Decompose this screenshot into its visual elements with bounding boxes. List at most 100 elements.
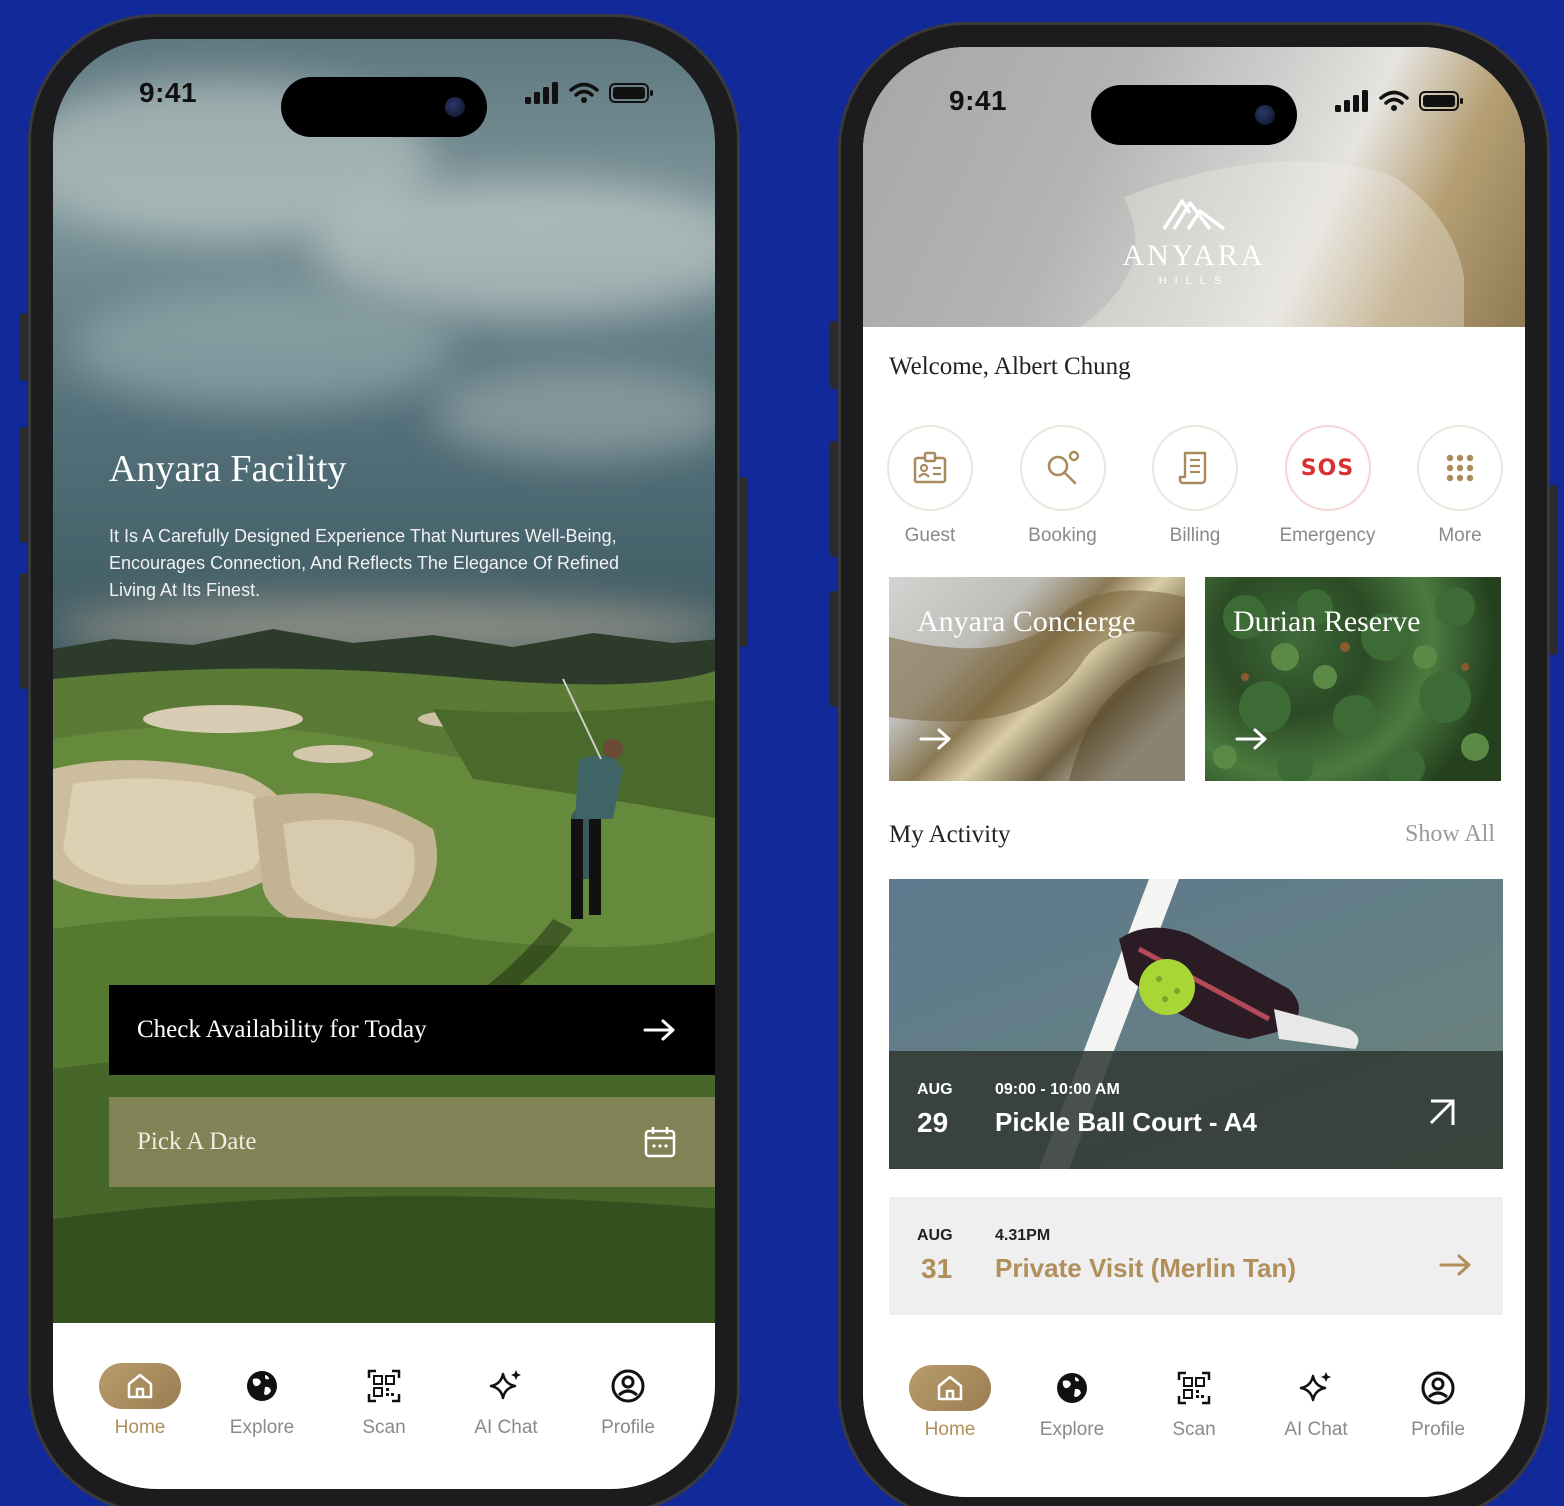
activity-month: AUG: [917, 1081, 953, 1098]
qr-icon: [1153, 1365, 1235, 1411]
dynamic-island: [281, 77, 487, 137]
nav-profile[interactable]: Profile: [567, 1363, 689, 1489]
nav-profile[interactable]: Profile: [1377, 1365, 1499, 1497]
nav-label: Scan: [362, 1417, 406, 1438]
cloud: [313, 179, 715, 319]
quick-action-label: More: [1438, 525, 1482, 546]
activity-card-pickleball[interactable]: AUG 29 09:00 - 10:00 AM Pickle Ball Cour…: [889, 879, 1503, 1169]
activity-time: 09:00 - 10:00 AM: [995, 1081, 1120, 1098]
cloud: [433, 369, 715, 459]
receipt-icon: [1152, 425, 1238, 511]
quick-action-label: Billing: [1169, 525, 1221, 546]
quick-action-guest[interactable]: Guest: [887, 425, 973, 547]
my-activity-title: My Activity: [889, 821, 1011, 848]
sparkle-icon: [465, 1363, 547, 1409]
bottom-nav: Home Explore Scan AI Chat Profile: [53, 1323, 715, 1489]
status-time: 9:41: [949, 85, 1008, 116]
header-wave: [1079, 161, 1464, 327]
side-button: [20, 427, 28, 543]
quick-action-label: Emergency: [1279, 525, 1376, 546]
arrow-right-icon: [919, 728, 951, 750]
quick-action-billing[interactable]: Billing: [1152, 425, 1238, 547]
id-card-icon: [887, 425, 973, 511]
profile-icon: [587, 1363, 669, 1409]
wifi-icon: [569, 82, 599, 103]
nav-home[interactable]: Home: [889, 1365, 1011, 1497]
camera-icon: [445, 97, 465, 117]
activity-day: 29: [917, 1107, 949, 1138]
calendar-icon: [644, 1127, 676, 1158]
home-icon: [909, 1365, 991, 1411]
activity-card-visit[interactable]: AUG 31 4.31PM Private Visit (Merlin Tan): [889, 1197, 1503, 1315]
quick-action-label: Guest: [904, 525, 956, 546]
profile-icon: [1397, 1365, 1479, 1411]
signal-icon: [525, 82, 558, 104]
brand-logo-icon: [1162, 199, 1226, 231]
nav-explore[interactable]: Explore: [201, 1363, 323, 1489]
arrow-right-icon: [1235, 728, 1267, 750]
nav-label: Explore: [1039, 1419, 1105, 1440]
quick-action-booking[interactable]: Booking: [1019, 425, 1106, 547]
side-button: [20, 313, 28, 381]
quick-action-label: Booking: [1028, 525, 1097, 546]
quick-action-more[interactable]: More: [1417, 425, 1503, 547]
pick-date-label: Pick A Date: [137, 1128, 257, 1155]
activity-month: AUG: [917, 1227, 953, 1244]
brand-subname: HILLS: [1158, 275, 1230, 287]
qr-icon: [343, 1363, 425, 1409]
card-title: Anyara Concierge: [917, 605, 1136, 638]
sos-icon: SOS: [1284, 425, 1371, 511]
home-screen: ANYARA HILLS 9:41 Welcome, Albert Chung …: [863, 47, 1525, 1497]
side-button: [830, 321, 838, 389]
nav-label: Profile: [1411, 1419, 1465, 1440]
facility-screen: 9:41 Anyara Facility It Is A Carefully D…: [53, 39, 715, 1489]
side-button: [830, 441, 838, 557]
welcome-message: Welcome, Albert Chung: [889, 353, 1131, 380]
golf-course-illustration: [53, 629, 715, 1359]
nav-label: Explore: [229, 1417, 295, 1438]
grid-dots-icon: [1417, 425, 1503, 511]
pick-date-button[interactable]: Pick A Date: [109, 1097, 715, 1187]
activity-title: Private Visit (Merlin Tan): [995, 1253, 1297, 1283]
nav-label: Scan: [1172, 1419, 1216, 1440]
quick-action-emergency[interactable]: SOS Emergency: [1279, 425, 1376, 547]
arrow-right-icon: [1439, 1254, 1471, 1276]
concierge-card[interactable]: Anyara Concierge: [889, 577, 1185, 781]
key-search-icon: [1019, 425, 1106, 511]
brand-name: ANYARA: [1122, 239, 1266, 272]
facility-description: It Is A Carefully Designed Experience Th…: [109, 526, 619, 600]
bottom-nav: Home Explore Scan AI Chat Profile: [863, 1327, 1525, 1497]
left-phone-frame: 9:41 Anyara Facility It Is A Carefully D…: [20, 14, 748, 1506]
right-phone-frame: ANYARA HILLS 9:41 Welcome, Albert Chung …: [830, 22, 1558, 1506]
durian-reserve-card[interactable]: Durian Reserve: [1205, 577, 1501, 781]
nav-ai-chat[interactable]: AI Chat: [445, 1363, 567, 1489]
arrow-right-icon: [643, 1019, 675, 1041]
dynamic-island: [1091, 85, 1297, 145]
card-title: Durian Reserve: [1233, 605, 1421, 638]
nav-ai-chat[interactable]: AI Chat: [1255, 1365, 1377, 1497]
side-button: [740, 477, 748, 647]
check-availability-button[interactable]: Check Availability for Today: [109, 985, 715, 1075]
battery-icon: [609, 83, 653, 103]
camera-icon: [1255, 105, 1275, 125]
side-button: [830, 591, 838, 707]
facility-title: Anyara Facility: [109, 448, 347, 490]
nav-home[interactable]: Home: [79, 1363, 201, 1489]
nav-label: Profile: [601, 1417, 655, 1438]
nav-scan[interactable]: Scan: [1133, 1365, 1255, 1497]
battery-icon: [1419, 91, 1463, 111]
nav-label: AI Chat: [1284, 1419, 1348, 1440]
nav-scan[interactable]: Scan: [323, 1363, 445, 1489]
check-availability-label: Check Availability for Today: [137, 1016, 427, 1043]
sos-glyph: SOS: [1300, 455, 1355, 481]
nav-label: Home: [924, 1419, 976, 1440]
status-icons: [525, 82, 655, 104]
activity-time: 4.31PM: [995, 1227, 1051, 1244]
home-icon: [99, 1363, 181, 1409]
cloud: [73, 289, 453, 409]
status-time: 9:41: [139, 77, 198, 108]
nav-explore[interactable]: Explore: [1011, 1365, 1133, 1497]
globe-icon: [1031, 1365, 1113, 1411]
show-all-link[interactable]: Show All: [1405, 821, 1495, 848]
side-button: [20, 573, 28, 689]
